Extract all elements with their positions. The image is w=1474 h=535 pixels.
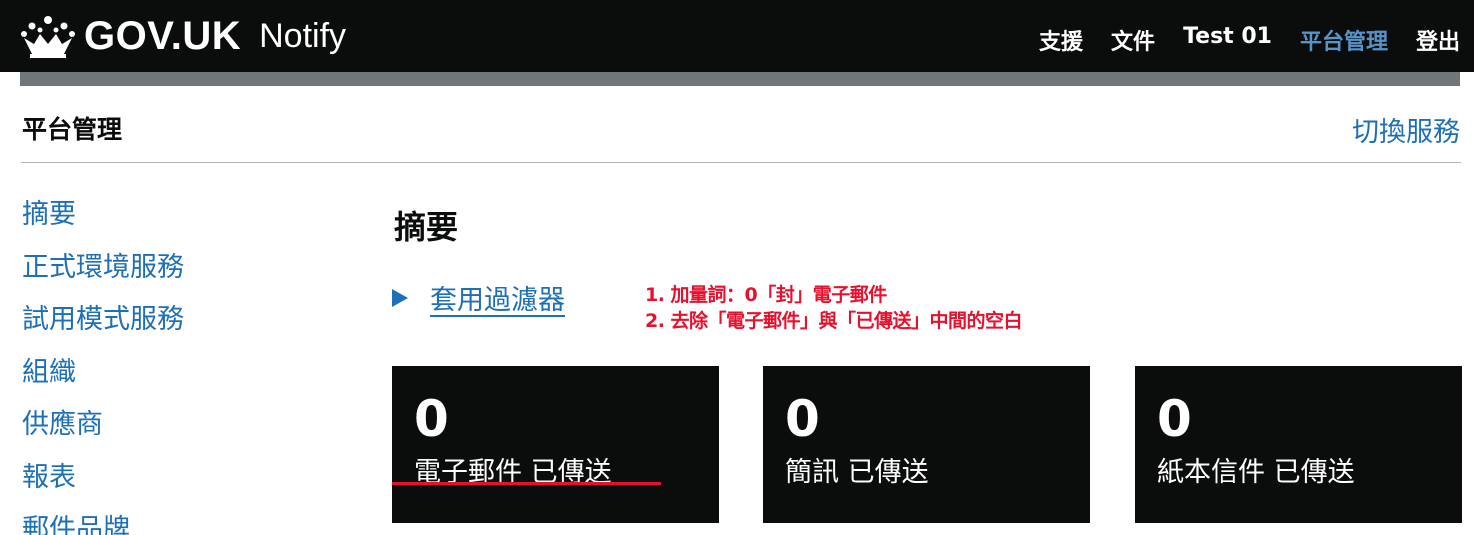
- stat-sms-sent: 0 簡訊 已傳送: [763, 366, 1090, 523]
- sidebar-link-organisations[interactable]: 組織: [22, 357, 76, 388]
- crown-icon: [21, 16, 75, 58]
- annotation-underline: [392, 482, 661, 485]
- sidebar-item-email-branding: 郵件品牌: [22, 507, 184, 535]
- filter-toggle[interactable]: 套用過濾器: [392, 278, 565, 317]
- disclosure-triangle-icon[interactable]: [392, 288, 408, 307]
- sidebar-item-trial-services: 試用模式服務: [22, 297, 184, 350]
- apply-filter-link[interactable]: 套用過濾器: [430, 278, 565, 317]
- annotation-line-2: 2. 去除「電子郵件」與「已傳送」中間的空白: [645, 310, 1023, 332]
- nav-documentation[interactable]: 文件: [1111, 24, 1155, 56]
- sidebar-nav: 摘要 正式環境服務 試用模式服務 組織 供應商 報表 郵件品牌: [22, 192, 184, 535]
- sidebar-link-trial-services[interactable]: 試用模式服務: [22, 304, 184, 335]
- product-name: Notify: [259, 16, 347, 55]
- stat-value: 0: [414, 390, 449, 448]
- sidebar-link-reports[interactable]: 報表: [22, 462, 76, 493]
- sidebar-item-reports: 報表: [22, 455, 184, 508]
- service-name: 平台管理: [22, 115, 123, 144]
- stat-value: 0: [1157, 390, 1192, 448]
- stat-emails-sent: 0 電子郵件 已傳送: [392, 366, 719, 523]
- sidebar-link-live-services[interactable]: 正式環境服務: [22, 252, 184, 283]
- sidebar-item-organisations: 組織: [22, 350, 184, 403]
- nav-sign-out[interactable]: 登出: [1416, 24, 1460, 56]
- annotation-line-1: 1. 加量詞：0「封」電子郵件: [645, 284, 887, 306]
- stat-label: 簡訊 已傳送: [785, 457, 929, 488]
- nav-user-account[interactable]: Test 01: [1183, 24, 1272, 56]
- header-stripe: [20, 72, 1460, 86]
- sidebar-link-summary[interactable]: 摘要: [22, 199, 76, 230]
- nav-support[interactable]: 支援: [1039, 24, 1083, 56]
- sidebar-item-live-services: 正式環境服務: [22, 245, 184, 298]
- switch-service-link[interactable]: 切換服務: [1352, 110, 1460, 149]
- sidebar-link-providers[interactable]: 供應商: [22, 409, 103, 440]
- stat-value: 0: [785, 390, 820, 448]
- stat-letters-sent: 0 紙本信件 已傳送: [1135, 366, 1462, 523]
- sidebar-link-email-branding[interactable]: 郵件品牌: [22, 514, 130, 535]
- stat-label: 紙本信件 已傳送: [1157, 457, 1355, 488]
- header-nav: 支援 文件 Test 01 平台管理 登出: [1039, 24, 1460, 56]
- review-annotation: 1. 加量詞：0「封」電子郵件 2. 去除「電子郵件」與「已傳送」中間的空白: [645, 282, 1023, 334]
- service-divider: [21, 162, 1461, 163]
- sidebar-item-providers: 供應商: [22, 402, 184, 455]
- logo-text: GOV.UK: [84, 13, 242, 58]
- site-header: GOV.UK Notify 支援 文件 Test 01 平台管理 登出: [0, 0, 1474, 72]
- nav-platform-admin[interactable]: 平台管理: [1300, 24, 1388, 56]
- govuk-logo[interactable]: GOV.UK Notify: [20, 12, 346, 60]
- page-title: 摘要: [394, 208, 459, 246]
- sidebar-item-summary: 摘要: [22, 192, 184, 245]
